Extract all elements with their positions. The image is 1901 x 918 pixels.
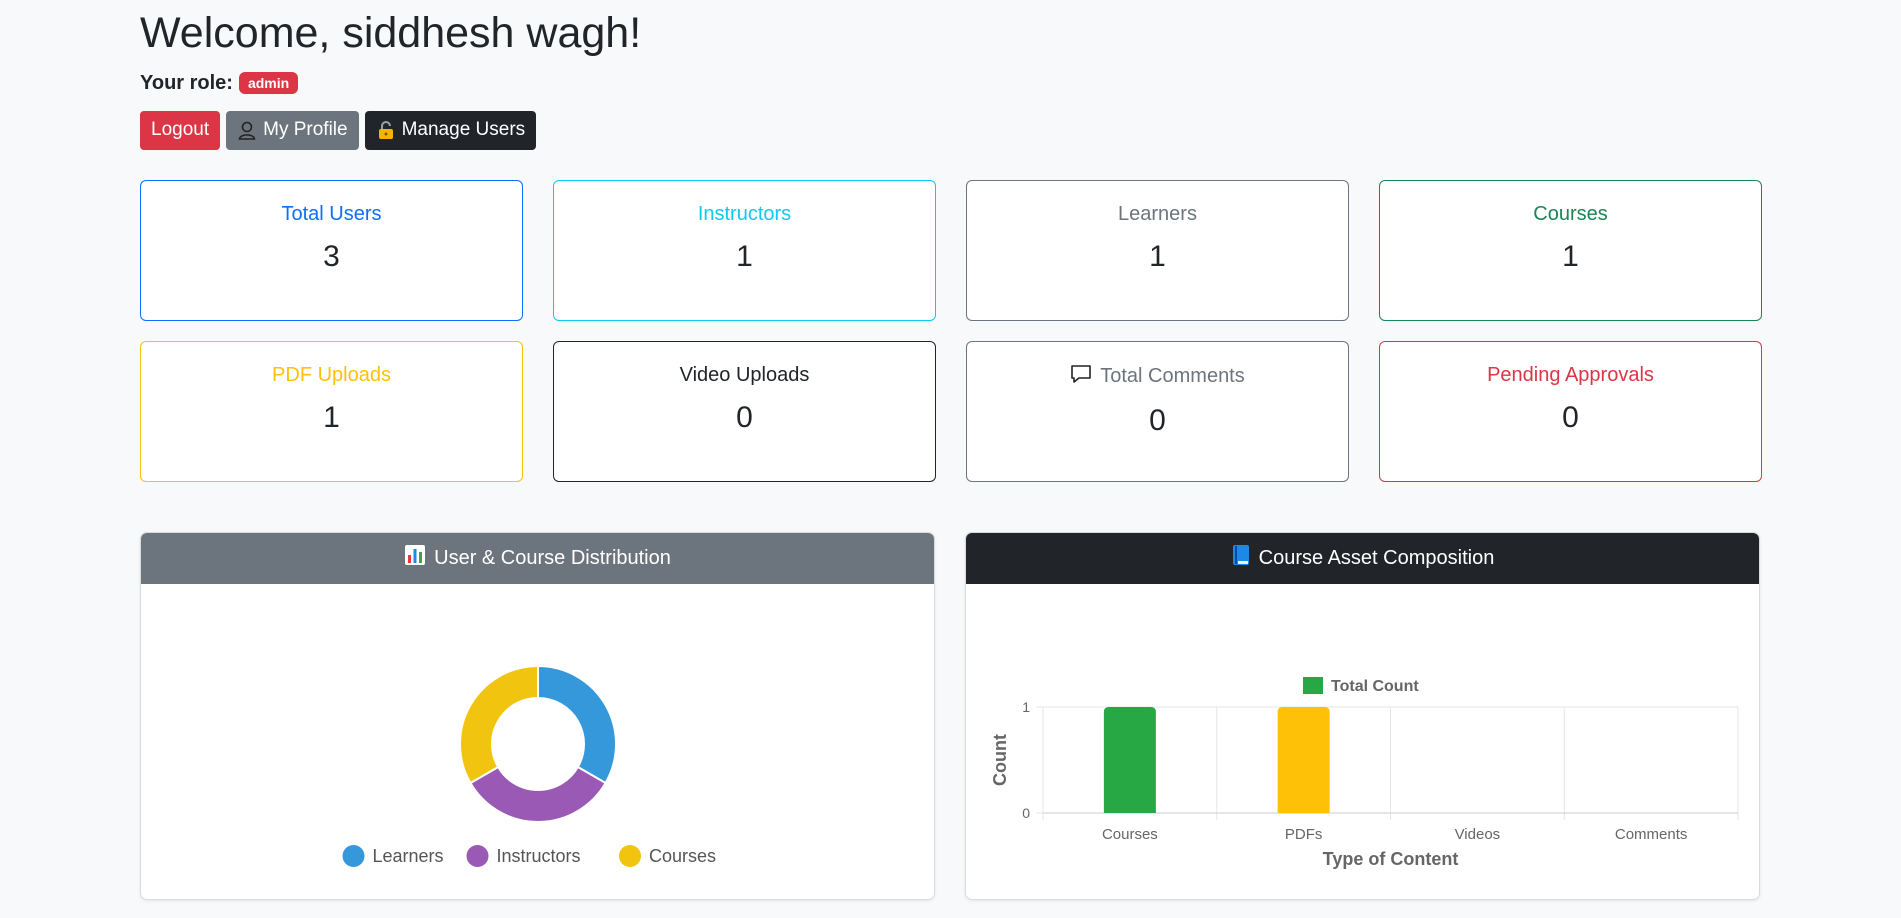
user-icon <box>237 120 257 140</box>
stat-title-text: Total Users <box>281 202 382 225</box>
stat-card-courses: Courses 1 <box>1379 179 1762 321</box>
x-tick-label: Courses <box>1102 826 1158 843</box>
stat-value: 0 <box>1562 400 1579 434</box>
stat-title-text: Instructors <box>697 202 792 225</box>
stat-value: 1 <box>736 239 753 273</box>
stat-value: 1 <box>1562 239 1579 273</box>
doughnut-chart-area: Learners Instructors Courses <box>141 584 934 899</box>
stat-title-text: Pending Approvals <box>1487 363 1654 386</box>
y-axis-title: Count <box>990 734 1010 786</box>
doughnut-slice-courses <box>459 664 539 784</box>
welcome-heading: Welcome, siddhesh wagh! <box>140 9 642 57</box>
doughnut-slice-learners <box>537 664 617 784</box>
stat-card-pending-approvals: Pending Approvals 0 <box>1379 340 1762 482</box>
stat-title-text: Learners <box>1118 202 1197 225</box>
stat-title: PDF Uploads <box>141 364 522 387</box>
manage-users-button[interactable]: Manage Users <box>364 110 537 150</box>
book-icon <box>1231 544 1251 572</box>
chat-icon <box>1070 364 1092 390</box>
x-axis-title: Type of Content <box>1323 849 1459 869</box>
chart-row: User & Course Distribution Learners Instr… <box>140 531 1760 900</box>
legend-swatch <box>466 844 489 867</box>
stat-card-video-uploads: Video Uploads 0 <box>553 340 936 482</box>
stats-grid: Total Users 3 Instructors 1 Learners 1 C… <box>140 179 1762 482</box>
logout-button[interactable]: Logout <box>140 110 221 150</box>
composition-header: Course Asset Composition <box>966 532 1759 584</box>
stat-title-text: Courses <box>1533 202 1608 225</box>
doughnut-slice-instructors <box>469 765 607 823</box>
stat-title: Video Uploads <box>554 364 935 387</box>
stat-card-instructors: Instructors 1 <box>553 179 936 321</box>
stat-card-total-comments: Total Comments 0 <box>966 340 1349 482</box>
stat-title-text: PDF Uploads <box>272 363 391 386</box>
action-buttons: Logout My Profile Manage Users <box>140 110 1760 150</box>
stat-value: 0 <box>736 400 753 434</box>
stat-title: Instructors <box>554 203 935 226</box>
stat-title: Total Comments <box>967 364 1348 390</box>
role-line: Your role: admin <box>140 72 1760 95</box>
legend-swatch <box>342 844 365 867</box>
bar-chart-area: Total Count 0 1 Courses PDFs Videos Comments Ty… <box>966 584 1759 899</box>
stat-card-pdf-uploads: PDF Uploads 1 <box>140 340 523 482</box>
distribution-header: User & Course Distribution <box>141 532 934 584</box>
bar-pdfs <box>1277 706 1330 813</box>
bar-courses <box>1103 706 1156 813</box>
y-tick-label: 0 <box>1022 805 1030 821</box>
legend-swatch <box>1303 676 1323 694</box>
stat-title: Total Users <box>141 203 522 226</box>
stat-value: 1 <box>1149 239 1166 273</box>
stat-title: Learners <box>967 203 1348 226</box>
stat-value: 0 <box>1149 403 1166 437</box>
legend-label: Learners <box>373 846 444 866</box>
manage-users-label: Manage Users <box>401 119 526 141</box>
stat-title: Pending Approvals <box>1380 364 1761 387</box>
distribution-card: User & Course Distribution Learners Instr… <box>140 531 935 900</box>
logout-label: Logout <box>151 119 210 141</box>
stat-card-total-users: Total Users 3 <box>140 179 523 321</box>
legend-swatch <box>619 844 641 867</box>
my-profile-label: My Profile <box>263 119 348 141</box>
composition-title: Course Asset Composition <box>1258 546 1495 569</box>
legend-label: Courses <box>649 846 716 866</box>
role-label: Your role: <box>140 71 233 94</box>
stat-title-text: Total Comments <box>1100 365 1245 388</box>
stat-card-learners: Learners 1 <box>966 179 1349 321</box>
x-tick-label: Videos <box>1455 826 1501 843</box>
dashboard-page: Welcome, siddhesh wagh! Your role: admin… <box>140 0 1762 900</box>
y-tick-label: 1 <box>1022 699 1030 715</box>
doughnut-chart: Learners Instructors Courses <box>342 664 716 867</box>
bar-chart: Total Count 0 1 Courses PDFs Videos Comments Ty… <box>990 676 1739 869</box>
stat-value: 1 <box>323 400 340 434</box>
stat-value: 3 <box>323 239 340 273</box>
x-tick-label: Comments <box>1615 826 1688 843</box>
lock-icon <box>376 120 396 140</box>
role-badge: admin <box>238 72 299 95</box>
composition-card: Course Asset Composition Total Count 0 1 Co… <box>965 531 1760 900</box>
stat-title-text: Video Uploads <box>679 363 810 386</box>
legend-label: Instructors <box>497 846 581 866</box>
bar-chart-icon <box>404 544 426 572</box>
x-tick-label: PDFs <box>1285 826 1323 843</box>
distribution-title: User & Course Distribution <box>434 546 671 569</box>
legend-label: Total Count <box>1331 678 1419 695</box>
my-profile-button[interactable]: My Profile <box>226 110 359 150</box>
stat-title: Courses <box>1380 203 1761 226</box>
